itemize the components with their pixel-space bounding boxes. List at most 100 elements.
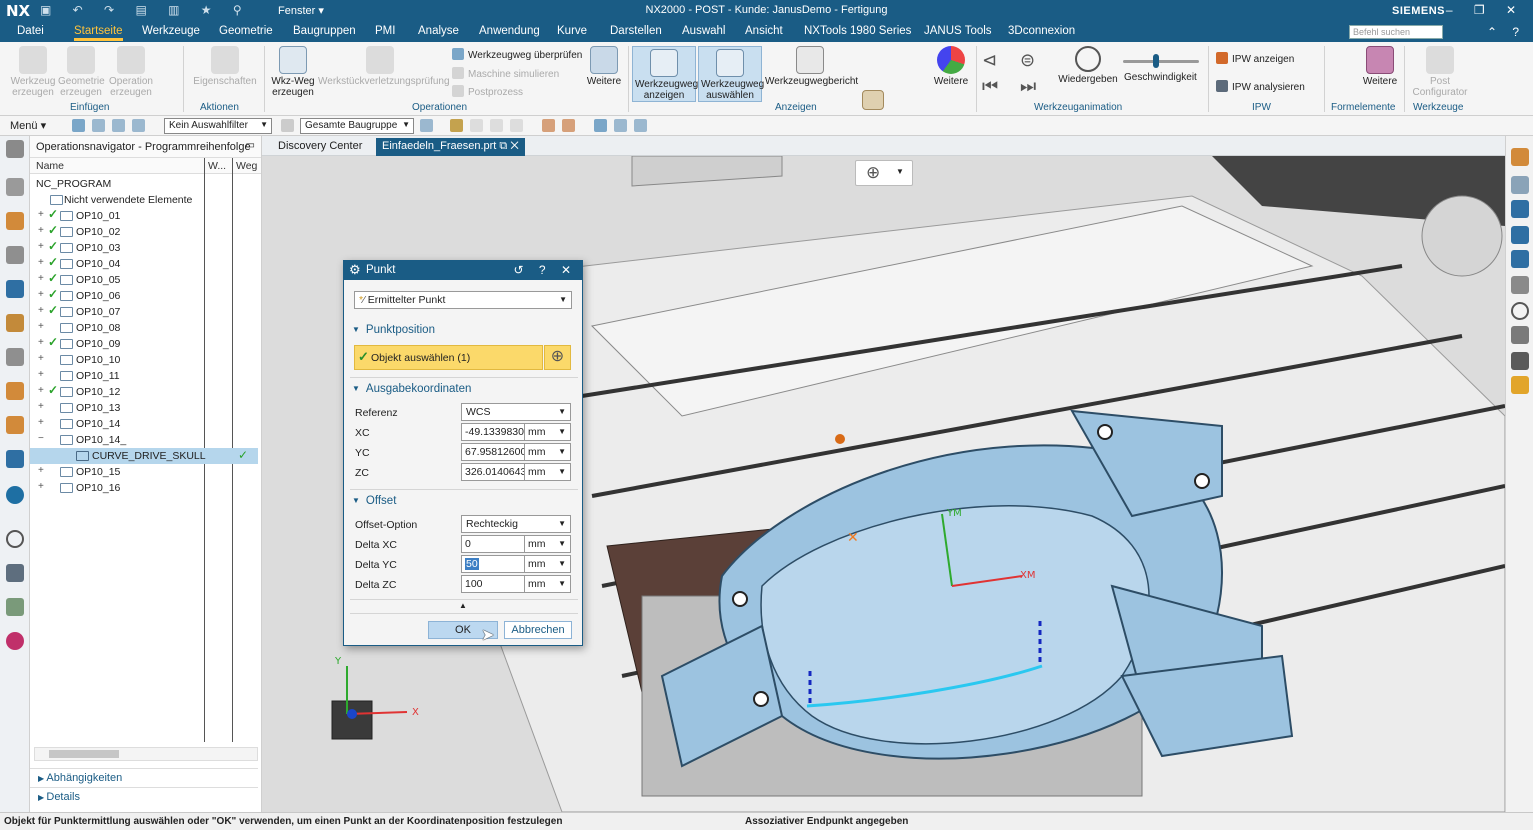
scope-select[interactable]: Gesamte Baugruppe ▼	[300, 118, 414, 134]
cancel-button[interactable]: Abbrechen	[504, 621, 572, 639]
delta-yc-field[interactable]: 50 mm ▼	[461, 555, 571, 573]
postprocess-button[interactable]: Postprozess	[452, 85, 523, 98]
point-type-select[interactable]: *⁄ Ermittelter Punkt ▼	[354, 291, 572, 309]
play-button[interactable]: Wiedergeben	[1058, 46, 1118, 85]
tab-3dconnexion[interactable]: 3Dconnexion	[1008, 25, 1075, 37]
program-row[interactable]: + OP10_10	[30, 352, 258, 368]
tab-kurve[interactable]: Kurve	[557, 25, 587, 37]
unused-items-row[interactable]: Nicht verwendete Elemente	[30, 192, 258, 208]
program-row[interactable]: + ✓ OP10_04	[30, 255, 258, 272]
visibility-icon[interactable]	[1511, 276, 1529, 294]
tab-ansicht[interactable]: Ansicht	[745, 25, 783, 37]
snap-endpoint-icon[interactable]	[450, 119, 463, 132]
expand-icon[interactable]: +	[38, 353, 44, 364]
menu-button[interactable]: Menü ▾	[10, 119, 46, 132]
column-weg[interactable]: Weg	[236, 160, 257, 172]
column-name[interactable]: Name	[36, 160, 64, 172]
expand-icon[interactable]: +	[38, 305, 44, 316]
window-controls[interactable]: – ❐ ✕	[1446, 3, 1525, 17]
maximize-icon[interactable]: ▭	[246, 140, 255, 151]
toolpath-report-button[interactable]: Werkzeugwegbericht	[765, 46, 858, 87]
features-more-button[interactable]: Weitere	[1360, 46, 1400, 87]
program-root[interactable]: NC_PROGRAM	[30, 176, 258, 192]
column-w[interactable]: W...	[208, 160, 226, 172]
globe-icon[interactable]	[6, 486, 24, 504]
create-operation-button[interactable]: Operation erzeugen	[106, 46, 156, 98]
crosshair-icon[interactable]: ⊕	[866, 163, 880, 183]
ipw-show-button[interactable]: IPW anzeigen	[1216, 52, 1294, 65]
part-navigator-icon[interactable]	[6, 178, 24, 196]
type-filter-select[interactable]: Kein Auswahlfilter ▼	[164, 118, 272, 134]
collapse-icon[interactable]: ▲	[459, 601, 467, 610]
details-panel[interactable]: ▶ Details	[30, 787, 258, 806]
program-row[interactable]: + ✓ OP10_07	[30, 303, 258, 320]
web-browser-icon[interactable]	[6, 416, 24, 434]
expand-icon[interactable]: +	[38, 241, 44, 252]
operations-more-button[interactable]: Weitere	[584, 46, 624, 87]
program-row[interactable]: + OP10_11	[30, 368, 258, 384]
program-row[interactable]: + ✓ OP10_03	[30, 239, 258, 256]
tab-startseite[interactable]: Startseite	[74, 25, 123, 41]
history-icon[interactable]	[6, 450, 24, 468]
program-row[interactable]: − OP10_14_	[30, 432, 258, 448]
dialog-controls[interactable]: ↺ ? ✕	[514, 263, 577, 277]
xc-field[interactable]: -49.13398303!mm▼	[461, 423, 571, 441]
create-geometry-button[interactable]: Geometrie erzeugen	[58, 46, 105, 98]
properties-button[interactable]: Eigenschaften	[192, 46, 258, 87]
select-icon[interactable]	[72, 119, 85, 132]
tab-auswahl[interactable]: Auswahl	[682, 25, 725, 37]
show-toolpath-button[interactable]: Werkzeugweg anzeigen	[632, 46, 698, 102]
create-tool-button[interactable]: Werkzeug erzeugen	[10, 46, 56, 98]
selected-point-marker[interactable]	[835, 434, 845, 444]
clock-panel-icon[interactable]	[1511, 148, 1529, 166]
program-row[interactable]: + OP10_15	[30, 464, 258, 480]
view-icon[interactable]	[542, 119, 555, 132]
snap-midpoint-icon[interactable]	[470, 119, 483, 132]
section-point-position[interactable]: ▼ Punktposition	[352, 324, 435, 336]
tab-anwendung[interactable]: Anwendung	[479, 25, 540, 37]
offset-option-select[interactable]: Rechteckig ▼	[461, 515, 571, 533]
program-row[interactable]: + OP10_13	[30, 400, 258, 416]
clock-icon[interactable]	[6, 530, 24, 548]
eye-icon[interactable]	[614, 119, 627, 132]
step-back-icon[interactable]: ⊲	[982, 50, 997, 71]
machine-navigator-icon[interactable]	[6, 314, 24, 332]
close-icon[interactable]: ⧉ ✕	[499, 140, 518, 152]
forward-icon[interactable]: ⏭	[1020, 76, 1036, 97]
verify-toolpath-button[interactable]: Werkzeugweg überprüfen	[452, 48, 582, 61]
expand-icon[interactable]: −	[38, 433, 44, 444]
expand-icon[interactable]: +	[38, 209, 44, 220]
program-row[interactable]: + OP10_16	[30, 480, 258, 496]
settings-icon[interactable]	[6, 140, 24, 158]
expand-icon[interactable]: +	[38, 401, 44, 412]
navigator-hscroll[interactable]	[34, 747, 258, 761]
delta-xc-field[interactable]: 0 mm ▼	[461, 535, 571, 553]
operation-navigator-icon[interactable]	[6, 280, 24, 298]
next-icon[interactable]	[1511, 302, 1529, 320]
expand-icon[interactable]: +	[38, 385, 44, 396]
expand-icon[interactable]: +	[38, 369, 44, 380]
tab-geometrie[interactable]: Geometrie	[219, 25, 273, 37]
constraint-navigator-icon[interactable]	[6, 246, 24, 264]
toolpath-display-icon[interactable]	[594, 119, 607, 132]
pause-icon[interactable]: ⊜	[1020, 50, 1035, 71]
expand-icon[interactable]: +	[38, 481, 44, 492]
rewind-icon[interactable]: ⏮	[982, 76, 998, 97]
tools-icon[interactable]	[6, 564, 24, 582]
reuse-library-icon[interactable]	[6, 348, 24, 366]
filter-icon[interactable]	[281, 119, 294, 132]
display-more-button[interactable]: Weitere	[932, 46, 970, 87]
delta-zc-field[interactable]: 100 mm ▼	[461, 575, 571, 593]
gouge-check-button[interactable]: Werkstückverletzungsprüfung	[318, 46, 450, 87]
tab-werkzeuge[interactable]: Werkzeuge	[142, 25, 200, 37]
tab-datei[interactable]: Datei	[17, 25, 44, 37]
funnel-icon[interactable]	[1511, 326, 1529, 344]
ribbon-controls[interactable]: ⌃ ?	[1487, 25, 1525, 39]
tab-analyse[interactable]: Analyse	[418, 25, 459, 37]
operation-row-selected[interactable]: ⋮CURVE_DRIVE_SKULL✓	[30, 448, 258, 464]
command-search-input[interactable]: Befehl suchen	[1349, 25, 1443, 39]
expand-icon[interactable]: +	[38, 225, 44, 236]
program-row[interactable]: + ✓ OP10_02	[30, 223, 258, 240]
program-row[interactable]: + ✓ OP10_05	[30, 271, 258, 288]
janus-icon[interactable]	[6, 632, 24, 650]
